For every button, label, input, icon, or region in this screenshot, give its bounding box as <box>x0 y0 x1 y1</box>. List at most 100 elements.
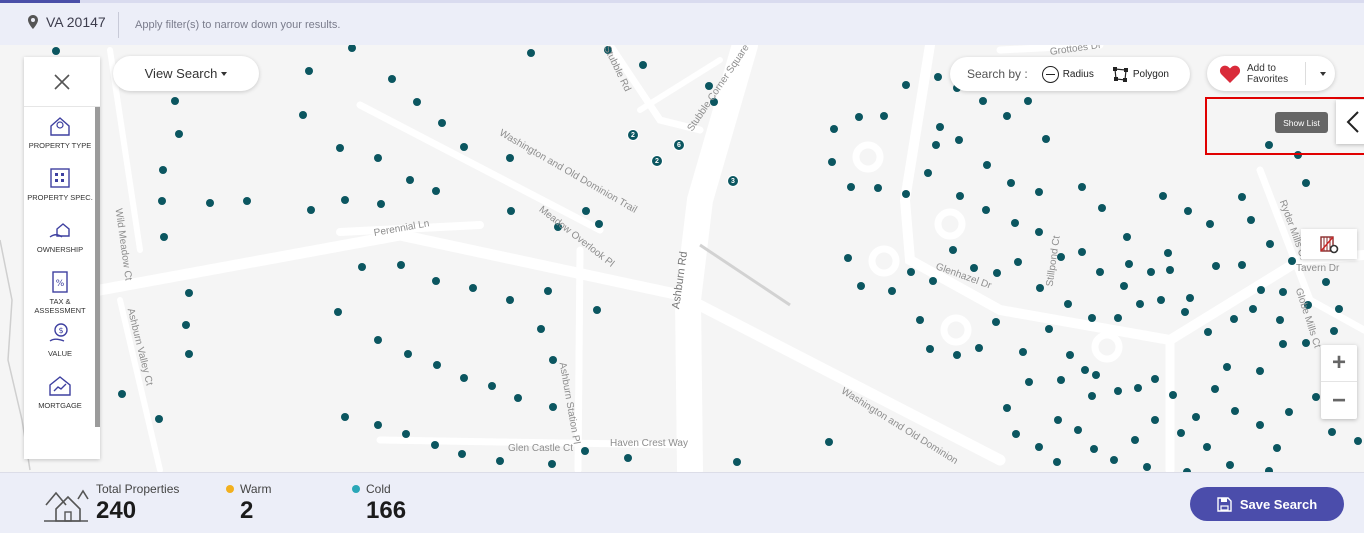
property-marker[interactable] <box>1074 426 1082 434</box>
property-marker[interactable] <box>1256 367 1264 375</box>
property-marker[interactable] <box>460 143 468 151</box>
property-marker[interactable] <box>1164 249 1172 257</box>
property-marker[interactable] <box>514 394 522 402</box>
property-marker[interactable] <box>341 413 349 421</box>
property-marker[interactable] <box>953 351 961 359</box>
property-marker[interactable] <box>374 336 382 344</box>
property-marker[interactable] <box>432 277 440 285</box>
property-marker[interactable] <box>1279 288 1287 296</box>
property-marker[interactable] <box>1181 308 1189 316</box>
property-marker[interactable] <box>1238 193 1246 201</box>
property-marker[interactable] <box>341 196 349 204</box>
property-marker[interactable] <box>159 166 167 174</box>
property-marker[interactable] <box>979 97 987 105</box>
filter-value[interactable]: $ VALUE <box>24 315 96 367</box>
property-marker[interactable] <box>1054 416 1062 424</box>
property-marker[interactable] <box>548 460 556 468</box>
property-marker[interactable] <box>907 268 915 276</box>
property-marker[interactable] <box>1279 340 1287 348</box>
map-canvas[interactable]: Washington and Old Dominion Trail Meadow… <box>0 45 1364 472</box>
property-marker[interactable] <box>1024 97 1032 105</box>
property-marker[interactable] <box>956 192 964 200</box>
property-marker[interactable] <box>1064 300 1072 308</box>
property-marker[interactable] <box>1078 183 1086 191</box>
property-marker[interactable] <box>1247 216 1255 224</box>
show-list-button[interactable] <box>1336 100 1364 144</box>
property-marker[interactable] <box>949 246 957 254</box>
property-marker[interactable] <box>537 325 545 333</box>
property-marker[interactable] <box>175 130 183 138</box>
property-marker[interactable] <box>1012 430 1020 438</box>
filter-property-spec[interactable]: PROPERTY SPEC. <box>24 159 96 211</box>
property-marker[interactable] <box>1090 445 1098 453</box>
property-marker[interactable] <box>1003 112 1011 120</box>
property-marker[interactable] <box>1166 266 1174 274</box>
filter-property-type[interactable]: PROPERTY TYPE <box>24 107 96 159</box>
property-marker[interactable] <box>1096 268 1104 276</box>
filter-scrollbar[interactable] <box>95 107 100 427</box>
property-marker[interactable] <box>1011 219 1019 227</box>
property-marker[interactable] <box>358 263 366 271</box>
property-marker[interactable] <box>1157 296 1165 304</box>
property-marker[interactable] <box>506 296 514 304</box>
property-marker[interactable] <box>185 350 193 358</box>
map-layers-button[interactable] <box>1301 229 1357 259</box>
property-marker[interactable] <box>983 161 991 169</box>
property-marker[interactable] <box>932 141 940 149</box>
property-marker[interactable] <box>305 67 313 75</box>
property-marker[interactable] <box>1230 315 1238 323</box>
zoom-out-button[interactable]: − <box>1321 382 1357 419</box>
property-marker[interactable] <box>1223 363 1231 371</box>
property-marker[interactable] <box>1057 376 1065 384</box>
filter-mortgage[interactable]: MORTGAGE <box>24 367 96 419</box>
property-marker[interactable] <box>1328 428 1336 436</box>
property-marker[interactable] <box>1088 314 1096 322</box>
property-marker[interactable] <box>374 421 382 429</box>
property-marker[interactable] <box>1302 179 1310 187</box>
property-marker[interactable] <box>404 350 412 358</box>
property-marker[interactable] <box>595 220 603 228</box>
property-marker[interactable] <box>432 187 440 195</box>
radius-button[interactable]: Radius <box>1041 65 1094 83</box>
property-marker[interactable] <box>1257 286 1265 294</box>
property-marker[interactable] <box>52 47 60 55</box>
property-marker[interactable] <box>1025 378 1033 386</box>
property-marker[interactable] <box>874 184 882 192</box>
property-marker[interactable] <box>982 206 990 214</box>
property-marker[interactable] <box>397 261 405 269</box>
property-marker[interactable] <box>1114 314 1122 322</box>
property-marker[interactable] <box>1143 463 1151 471</box>
property-marker[interactable] <box>506 154 514 162</box>
property-marker[interactable] <box>1211 385 1219 393</box>
property-marker[interactable] <box>1092 371 1100 379</box>
property-marker[interactable] <box>855 113 863 121</box>
property-marker[interactable] <box>1177 429 1185 437</box>
property-marker[interactable] <box>970 264 978 272</box>
property-marker[interactable] <box>507 207 515 215</box>
property-marker[interactable] <box>1134 384 1142 392</box>
property-marker[interactable] <box>1203 443 1211 451</box>
property-marker[interactable] <box>639 61 647 69</box>
filter-ownership[interactable]: OWNERSHIP <box>24 211 96 263</box>
property-marker[interactable] <box>299 111 307 119</box>
property-marker[interactable] <box>402 430 410 438</box>
save-search-button[interactable]: Save Search <box>1190 487 1344 521</box>
property-marker[interactable] <box>593 306 601 314</box>
property-marker[interactable] <box>1045 325 1053 333</box>
property-marker[interactable] <box>830 125 838 133</box>
filter-tax-assessment[interactable]: % TAX & ASSESSMENT <box>24 263 96 315</box>
property-marker[interactable] <box>1273 444 1281 452</box>
close-filters-button[interactable] <box>24 57 100 107</box>
property-marker[interactable] <box>955 136 963 144</box>
property-marker[interactable] <box>1066 351 1074 359</box>
property-marker[interactable] <box>1335 305 1343 313</box>
property-marker[interactable] <box>624 454 632 462</box>
property-marker[interactable] <box>1136 300 1144 308</box>
property-marker[interactable] <box>388 75 396 83</box>
property-marker[interactable] <box>1159 192 1167 200</box>
property-marker[interactable] <box>458 450 466 458</box>
property-marker[interactable] <box>888 287 896 295</box>
property-marker[interactable] <box>1088 392 1096 400</box>
property-marker[interactable] <box>1125 260 1133 268</box>
property-marker[interactable] <box>469 284 477 292</box>
